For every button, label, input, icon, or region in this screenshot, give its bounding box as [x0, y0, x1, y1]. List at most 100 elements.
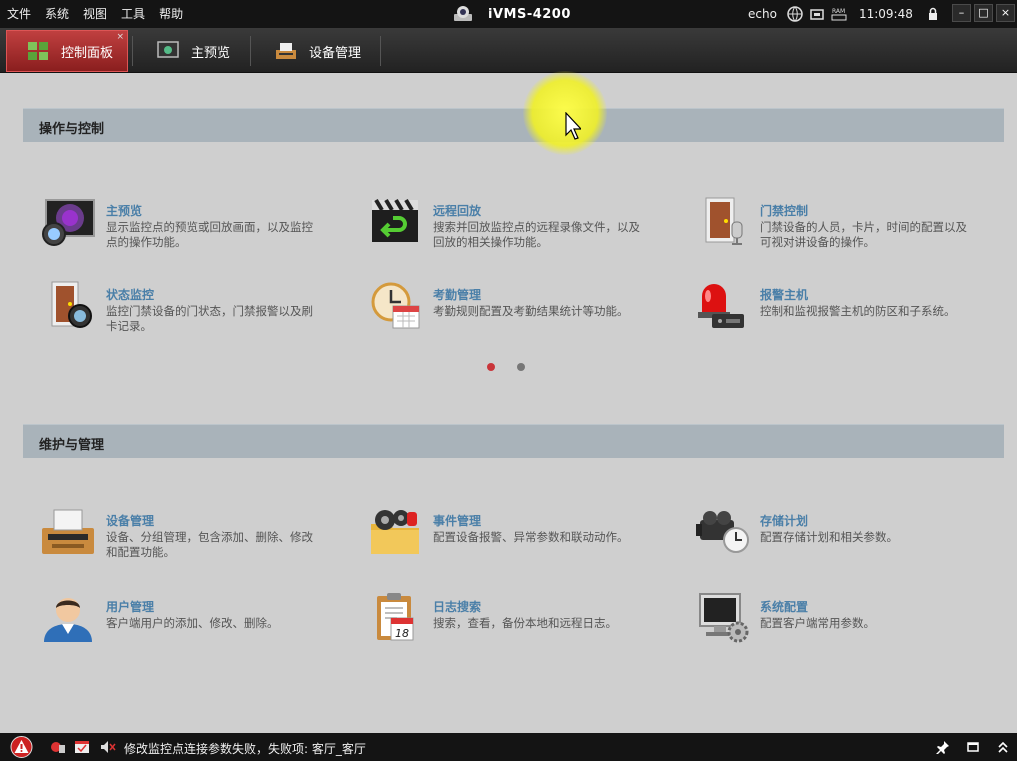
module-desc: 显示监控点的预览或回放画面，以及监控点的操作功能。	[106, 220, 313, 249]
device-printer-icon	[42, 509, 94, 554]
module-title: 存储计划	[760, 514, 809, 528]
grid-panel-icon	[28, 42, 48, 60]
window-controls: – □ ×	[952, 4, 1015, 22]
menu-view[interactable]: 视图	[76, 0, 114, 28]
event-log-icon[interactable]	[74, 740, 90, 754]
pager-dot-2[interactable]	[517, 363, 525, 371]
module-desc: 设备、分组管理，包含添加、删除、修改和配置功能。	[106, 530, 313, 559]
tab-label: 设备管理	[309, 45, 362, 61]
mute-audio-icon[interactable]	[100, 740, 116, 754]
module-desc: 监控门禁设备的门状态，门禁报警以及刷卡记录。	[106, 304, 313, 333]
module-remote-playback[interactable]: 远程回放 搜索并回放监控点的远程录像文件，以及回放的相关操作功能。	[367, 196, 667, 256]
module-device-management[interactable]: 设备管理 设备、分组管理，包含添加、删除、修改和配置功能。	[40, 506, 340, 566]
camera-logo-icon	[454, 6, 472, 21]
device-printer-icon	[276, 43, 296, 59]
module-event-management[interactable]: 事件管理 配置设备报警、异常参数和联动动作。	[367, 506, 667, 566]
status-bar: 修改监控点连接参数失败，失败项: 客厅_客厅	[0, 733, 1017, 761]
camera-clock-icon	[696, 511, 749, 553]
module-title: 门禁控制	[760, 204, 809, 218]
user-avatar-icon	[44, 598, 92, 642]
warning-icon[interactable]	[10, 736, 33, 758]
clapperboard-icon	[372, 198, 418, 242]
pin-icon[interactable]	[936, 740, 950, 755]
section-title: 操作与控制	[39, 122, 105, 137]
calendar-day: 18	[395, 627, 409, 640]
tab-divider	[380, 36, 381, 66]
network-globe-icon[interactable]	[787, 6, 803, 22]
menu-help[interactable]: 帮助	[152, 0, 190, 28]
module-user-management[interactable]: 用户管理 客户端用户的添加、修改、删除。	[40, 592, 340, 652]
clock-calendar-icon	[371, 282, 420, 329]
title-bar: 文件 系统 视图 工具 帮助 iVMS-4200 echo RAM 11:09:…	[0, 0, 1017, 28]
menu-system[interactable]: 系统	[38, 0, 76, 28]
tab-bar: 控制面板 × 主预览 设备管理	[0, 28, 1017, 73]
module-desc: 搜索并回放监控点的远程录像文件，以及回放的相关操作功能。	[433, 220, 640, 249]
clipboard-calendar-icon: 18	[377, 593, 414, 641]
tab-control-panel[interactable]: 控制面板 ×	[6, 30, 128, 72]
module-status-monitor[interactable]: 状态监控 监控门禁设备的门状态，门禁报警以及刷卡记录。	[40, 280, 340, 340]
tab-label: 控制面板	[61, 45, 114, 61]
tab-close-icon[interactable]: ×	[116, 32, 124, 42]
tab-main-preview[interactable]: 主预览	[137, 30, 247, 72]
section-header-operation: 操作与控制	[23, 108, 1004, 142]
maximize-button[interactable]: □	[974, 4, 993, 22]
module-desc: 控制和监视报警主机的防区和子系统。	[760, 304, 956, 318]
module-alarm-host[interactable]: 报警主机 控制和监视报警主机的防区和子系统。	[694, 280, 994, 340]
module-desc: 考勤规则配置及考勤结果统计等功能。	[433, 304, 629, 318]
close-button[interactable]: ×	[996, 4, 1015, 22]
ram-icon[interactable]: RAM	[831, 6, 847, 22]
module-storage-schedule[interactable]: 存储计划 配置存储计划和相关参数。	[694, 506, 994, 566]
minimize-button[interactable]: –	[952, 4, 971, 22]
module-title: 主预览	[106, 204, 143, 218]
menu-file[interactable]: 文件	[0, 0, 38, 28]
event-folder-icon	[371, 510, 419, 554]
module-title: 日志搜索	[433, 600, 482, 614]
module-access-control[interactable]: 门禁控制 门禁设备的人员，卡片，时间的配置以及可视对讲设备的操作。	[694, 196, 994, 256]
menu-bar: 文件 系统 视图 工具 帮助	[0, 0, 190, 28]
mouse-cursor-icon	[565, 112, 581, 140]
tab-divider	[250, 36, 251, 66]
clock: 11:09:48	[858, 7, 913, 21]
module-title: 报警主机	[760, 288, 809, 302]
module-system-config[interactable]: 系统配置 配置客户端常用参数。	[694, 592, 994, 652]
section-header-maintenance: 维护与管理	[23, 424, 1004, 458]
monitor-gear-icon	[699, 593, 749, 643]
current-user: echo	[748, 7, 777, 21]
tab-label: 主预览	[191, 45, 231, 61]
restore-window-icon[interactable]	[966, 740, 980, 754]
module-desc: 搜索，查看，备份本地和远程日志。	[433, 616, 617, 630]
tab-divider	[132, 36, 133, 66]
pager-dot-1[interactable]	[487, 363, 495, 371]
module-title: 用户管理	[106, 600, 155, 614]
tab-device-management[interactable]: 设备管理	[255, 30, 377, 72]
menu-tools[interactable]: 工具	[114, 0, 152, 28]
module-desc: 配置存储计划和相关参数。	[760, 530, 898, 544]
ram-label: RAM	[832, 8, 845, 15]
module-title: 设备管理	[106, 514, 155, 528]
module-log-search[interactable]: 18 日志搜索 搜索，查看，备份本地和远程日志。	[367, 592, 667, 652]
status-area: echo RAM 11:09:48	[748, 0, 947, 28]
expand-up-icon[interactable]	[996, 740, 1010, 754]
lock-icon[interactable]	[925, 6, 941, 22]
preview-monitor-icon	[157, 41, 179, 58]
cpu-icon[interactable]	[809, 6, 825, 22]
app-title-area: iVMS-4200	[452, 0, 571, 28]
module-title: 远程回放	[433, 204, 482, 218]
module-title: 系统配置	[760, 600, 809, 614]
module-main-preview[interactable]: 主预览 显示监控点的预览或回放画面，以及监控点的操作功能。	[40, 196, 340, 256]
module-title: 状态监控	[106, 288, 155, 302]
module-desc: 客户端用户的添加、修改、删除。	[106, 616, 279, 630]
door-camera-icon	[51, 281, 92, 328]
app-title: iVMS-4200	[488, 6, 571, 22]
door-intercom-icon	[705, 197, 743, 245]
module-attendance[interactable]: 考勤管理 考勤规则配置及考勤结果统计等功能。	[367, 280, 667, 340]
section-title: 维护与管理	[39, 438, 105, 453]
alarm-event-icon[interactable]	[50, 740, 66, 754]
module-title: 事件管理	[433, 514, 482, 528]
module-desc: 门禁设备的人员，卡片，时间的配置以及可视对讲设备的操作。	[760, 220, 967, 249]
module-desc: 配置设备报警、异常参数和联动动作。	[433, 530, 629, 544]
alarm-siren-icon	[698, 284, 744, 328]
module-desc: 配置客户端常用参数。	[760, 616, 875, 630]
status-message: 修改监控点连接参数失败，失败项: 客厅_客厅	[124, 742, 366, 756]
preview-monitor-icon	[42, 199, 95, 246]
